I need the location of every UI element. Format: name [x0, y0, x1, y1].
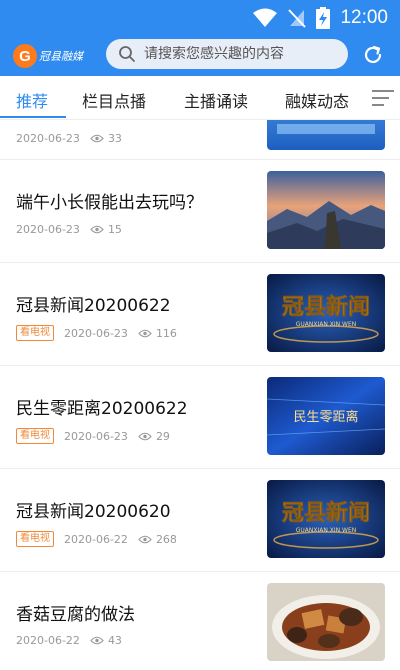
app-header: G 冠县融媒: [0, 36, 400, 76]
logo-letter: G: [19, 47, 31, 65]
item-date: 2020-06-23: [64, 429, 128, 443]
item-views: 116: [138, 327, 177, 340]
tab-media-news[interactable]: 融媒动态: [285, 88, 349, 112]
item-view-count: 268: [155, 532, 177, 546]
logo-text: 冠县融媒: [39, 50, 83, 63]
search-input[interactable]: [144, 46, 334, 62]
item-badge: 看电视: [16, 428, 54, 444]
list-item[interactable]: 民生零距离20200622 看电视 2020-06-23 29 民生零距离: [0, 366, 400, 469]
active-tab-indicator: [0, 116, 66, 118]
tab-column-vod[interactable]: 栏目点播: [82, 88, 146, 112]
item-view-count: 116: [155, 326, 177, 340]
item-meta: 2020-06-22 43: [16, 634, 122, 647]
battery-charging-icon: [316, 7, 331, 29]
item-date: 2020-06-23: [64, 326, 128, 340]
refresh-icon[interactable]: [362, 44, 384, 66]
eye-icon: [90, 134, 104, 143]
wifi-icon: [253, 8, 278, 27]
eye-icon: [90, 636, 104, 645]
item-view-count: 29: [155, 429, 170, 443]
thumb-news-pinyin: GUANXIAN XIN WEN: [296, 321, 357, 328]
thumb-news-title: 冠县新闻: [282, 500, 370, 526]
item-thumbnail: [267, 583, 385, 661]
tab-anchor-reading[interactable]: 主播诵读: [184, 88, 248, 112]
thumb-minsheng-title: 民生零距离: [293, 409, 358, 425]
news-list: 2020-06-23 33 端午小长假能出去玩吗？ 2020-06-23 15: [0, 120, 400, 670]
item-view-count: 33: [107, 132, 122, 145]
search-icon: [119, 46, 135, 62]
eye-icon: [90, 225, 104, 234]
list-item[interactable]: 冠县新闻20200622 看电视 2020-06-23 116 冠县新闻 GUA…: [0, 263, 400, 366]
item-title: 香菇豆腐的做法: [16, 605, 135, 625]
list-item[interactable]: 端午小长假能出去玩吗？ 2020-06-23 15: [0, 160, 400, 263]
item-views: 33: [90, 132, 122, 145]
item-thumbnail: 冠县新闻 GUANXIAN XIN WEN: [267, 274, 385, 352]
item-views: 29: [138, 430, 170, 443]
item-views: 43: [90, 634, 122, 647]
item-meta: 2020-06-23 15: [16, 223, 122, 236]
eye-icon: [138, 535, 152, 543]
item-meta: 看电视 2020-06-22 268: [16, 531, 177, 547]
item-title: 民生零距离20200622: [16, 399, 188, 419]
no-signal-icon: [288, 9, 307, 28]
status-bar: 12:00: [0, 0, 400, 36]
logo-mark: G: [13, 44, 37, 68]
item-thumbnail: [267, 120, 385, 150]
item-date: 2020-06-23: [16, 132, 80, 145]
item-title: 冠县新闻20200622: [16, 296, 171, 316]
item-date: 2020-06-23: [16, 223, 80, 236]
item-thumbnail: [267, 171, 385, 249]
item-views: 15: [90, 223, 122, 236]
item-thumbnail: 民生零距离: [267, 377, 385, 455]
eye-icon: [138, 432, 152, 440]
item-badge: 看电视: [16, 531, 54, 547]
item-view-count: 15: [107, 223, 122, 236]
item-date: 2020-06-22: [64, 532, 128, 546]
item-meta: 2020-06-23 33: [16, 132, 122, 145]
item-view-count: 43: [107, 634, 122, 647]
menu-icon[interactable]: [372, 89, 394, 107]
status-time: 12:00: [340, 7, 388, 28]
thumb-news-title: 冠县新闻: [282, 294, 370, 320]
category-tabs: 推荐 栏目点播 主播诵读 融媒动态: [0, 76, 400, 120]
item-views: 268: [138, 533, 177, 546]
tab-recommend[interactable]: 推荐: [16, 88, 48, 112]
app-logo: G 冠县融媒: [13, 43, 83, 69]
list-item[interactable]: 冠县新闻20200620 看电视 2020-06-22 268 冠县新闻 GUA…: [0, 469, 400, 572]
item-date: 2020-06-22: [16, 634, 80, 647]
item-title: 冠县新闻20200620: [16, 502, 171, 522]
search-bar[interactable]: [106, 39, 348, 69]
item-meta: 看电视 2020-06-23 116: [16, 325, 177, 341]
list-item[interactable]: 香菇豆腐的做法 2020-06-22 43: [0, 572, 400, 670]
item-title: 端午小长假能出去玩吗？: [16, 193, 203, 213]
status-icons: 12:00: [252, 6, 388, 30]
thumb-news-pinyin: GUANXIAN XIN WEN: [296, 527, 357, 534]
eye-icon: [138, 329, 152, 337]
item-meta: 看电视 2020-06-23 29: [16, 428, 170, 444]
item-badge: 看电视: [16, 325, 54, 341]
list-item[interactable]: 2020-06-23 33: [0, 120, 400, 160]
item-thumbnail: 冠县新闻 GUANXIAN XIN WEN: [267, 480, 385, 558]
